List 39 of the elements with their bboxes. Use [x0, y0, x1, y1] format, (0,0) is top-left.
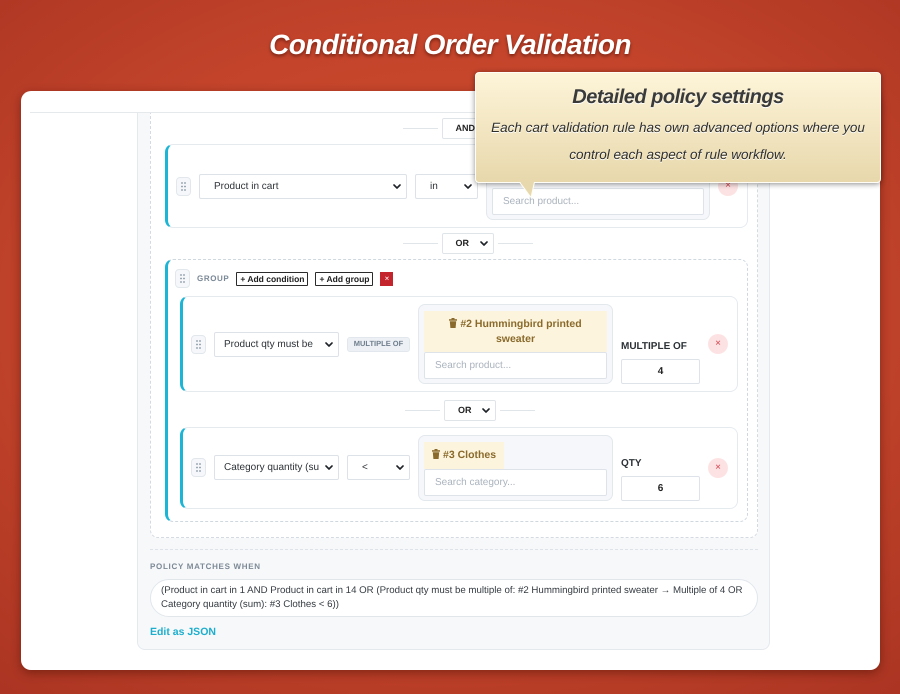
- summary-text: (Product in cart in 1 AND Product in cart in 14 OR (Product qty must be multiple of: #2 Hummingbird printed sweater → Multiple of 4 OR Category quantity (sum): #3 Clothes < 6)): [150, 578, 758, 616]
- delete-group-button[interactable]: ×: [380, 272, 394, 286]
- logic-select[interactable]: OR: [442, 233, 494, 254]
- summary-label: POLICY MATCHES WHEN: [150, 560, 262, 572]
- tag-label: #3 Clothes: [443, 449, 496, 461]
- field-select[interactable]: Product in cart: [199, 174, 407, 198]
- drag-handle-icon[interactable]: [176, 176, 191, 196]
- page-title: Conditional Order Validation: [268, 28, 632, 62]
- operator-select[interactable]: in: [415, 174, 478, 198]
- caret-icon: [396, 465, 404, 470]
- caret-icon: [393, 184, 401, 188]
- remove-button[interactable]: ×: [708, 334, 728, 354]
- amount-field[interactable]: 6: [621, 476, 700, 500]
- field-select[interactable]: Category quantity (su: [214, 455, 339, 480]
- field-select[interactable]: Product qty must be: [214, 332, 339, 356]
- trash-icon[interactable]: [432, 449, 440, 459]
- drag-handle-icon[interactable]: [191, 334, 206, 354]
- trash-icon[interactable]: [449, 318, 458, 328]
- caret-icon: [325, 465, 333, 470]
- search-field[interactable]: Search product...: [492, 188, 704, 215]
- caret-icon: [325, 342, 333, 346]
- group-label: GROUP: [197, 272, 230, 284]
- tag-label: #2 Hummingbird printed sweater: [460, 318, 582, 344]
- drag-handle-icon[interactable]: [191, 458, 206, 478]
- add-button[interactable]: + Add group: [315, 272, 374, 286]
- amount-label: QTY: [621, 456, 643, 470]
- operator-select[interactable]: <: [347, 455, 410, 480]
- caret-icon: [464, 184, 472, 188]
- caret-icon: [480, 241, 488, 246]
- caret-icon: [482, 408, 490, 413]
- remove-button[interactable]: ×: [708, 458, 728, 478]
- logic-select[interactable]: OR: [444, 400, 496, 421]
- callout-title: Detailed policy settings: [571, 85, 785, 110]
- drag-handle-icon[interactable]: [175, 269, 190, 288]
- amount-label: MULTIPLE OF: [621, 340, 688, 354]
- search-field[interactable]: Search product...: [424, 352, 607, 379]
- add-button[interactable]: + Add condition: [236, 272, 308, 286]
- amount-field[interactable]: 4: [621, 359, 700, 384]
- search-field[interactable]: Search category...: [424, 468, 607, 496]
